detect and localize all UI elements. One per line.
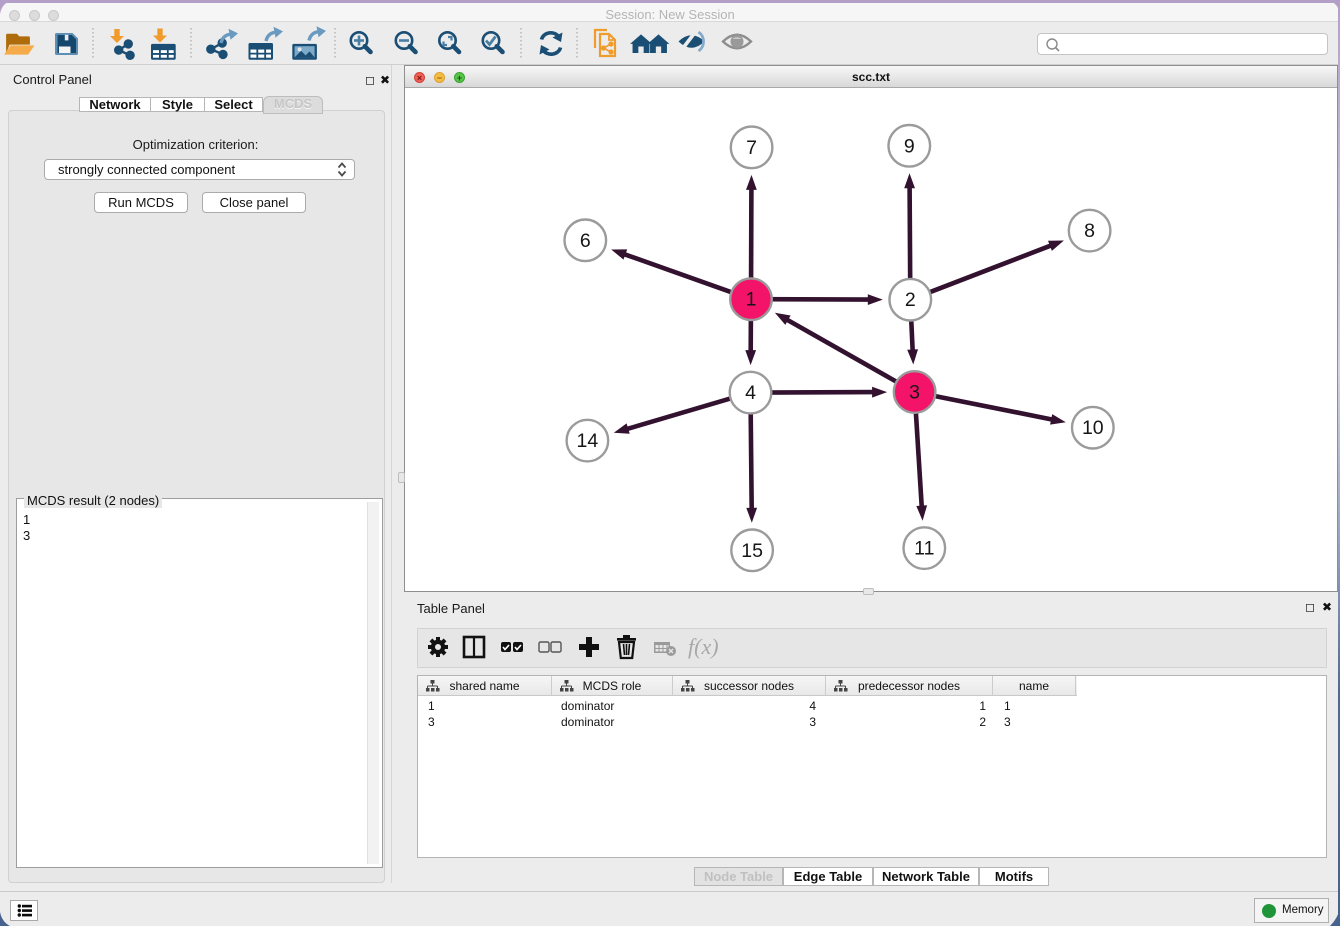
svg-text:9: 9 xyxy=(904,135,915,157)
svg-text:6: 6 xyxy=(580,230,591,252)
svg-text:11: 11 xyxy=(914,538,934,560)
svg-text:15: 15 xyxy=(741,540,763,562)
svg-text:f(x): f(x) xyxy=(688,634,719,659)
svg-text:3: 3 xyxy=(909,382,920,404)
svg-text:10: 10 xyxy=(1082,417,1104,439)
svg-text:8: 8 xyxy=(1084,220,1095,242)
svg-text:14: 14 xyxy=(577,430,599,452)
svg-text:1: 1 xyxy=(746,289,757,311)
svg-text:2: 2 xyxy=(905,289,916,311)
svg-text:7: 7 xyxy=(746,137,757,159)
svg-text:4: 4 xyxy=(745,382,756,404)
